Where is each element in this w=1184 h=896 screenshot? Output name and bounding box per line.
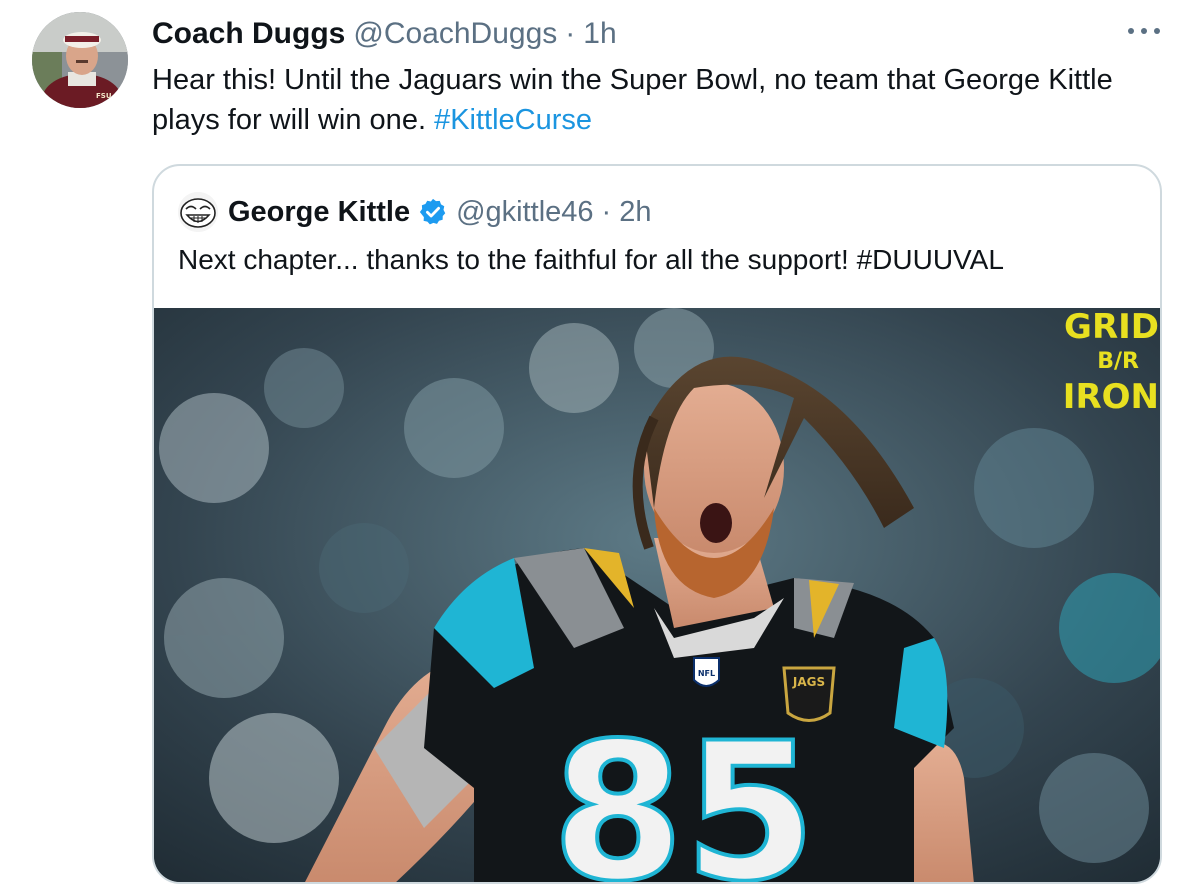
author-display-name[interactable]: Coach Duggs xyxy=(152,17,345,51)
separator-dot: · xyxy=(565,17,576,50)
quoted-separator-dot: · xyxy=(601,195,612,228)
quoted-author-handle[interactable]: @gkittle46 xyxy=(456,196,593,229)
nfl-logo-text: NFL xyxy=(698,669,715,678)
profile-photo-icon: FSU xyxy=(32,12,128,108)
quoted-author-avatar[interactable] xyxy=(178,192,218,232)
more-options-icon[interactable] xyxy=(1124,16,1164,46)
quoted-author-display-name[interactable]: George Kittle xyxy=(228,196,410,229)
jags-logo-text: JAGS xyxy=(792,675,825,689)
tweet[interactable]: FSU Coach Duggs @CoachDuggs · 1h Hear th… xyxy=(0,0,1184,896)
football-player-photo: NFL JAGS 85 GRID B/R IRON xyxy=(154,308,1160,884)
watermark-line2: B/R xyxy=(1097,349,1139,374)
watermark-line1: GRID xyxy=(1064,308,1159,347)
quoted-tweet-header: George Kittle @gkittle46 · 2h xyxy=(178,188,651,236)
author-avatar[interactable]: FSU xyxy=(32,12,128,108)
quoted-tweet-timestamp[interactable]: 2h xyxy=(619,196,651,229)
author-handle[interactable]: @CoachDuggs xyxy=(353,17,557,51)
hashtag-link[interactable]: #KittleCurse xyxy=(434,104,592,136)
tweet-header: Coach Duggs @CoachDuggs · 1h xyxy=(152,14,617,54)
trollface-avatar-icon xyxy=(178,192,218,232)
tweet-timestamp[interactable]: 1h xyxy=(583,17,616,51)
tweet-text: Hear this! Until the Jaguars win the Sup… xyxy=(152,60,1152,140)
tweet-text-body: Hear this! Until the Jaguars win the Sup… xyxy=(152,64,1113,136)
verified-badge-icon xyxy=(419,198,446,225)
avatar-badge-text: FSU xyxy=(96,92,112,100)
quoted-tweet-media[interactable]: NFL JAGS 85 GRID B/R IRON xyxy=(154,308,1160,884)
quoted-tweet-card[interactable]: George Kittle @gkittle46 · 2h Next chapt… xyxy=(152,164,1162,884)
quoted-tweet-text: Next chapter... thanks to the faithful f… xyxy=(178,244,1004,275)
watermark-line3: IRON xyxy=(1063,377,1159,417)
jersey-number: 85 xyxy=(552,702,816,884)
